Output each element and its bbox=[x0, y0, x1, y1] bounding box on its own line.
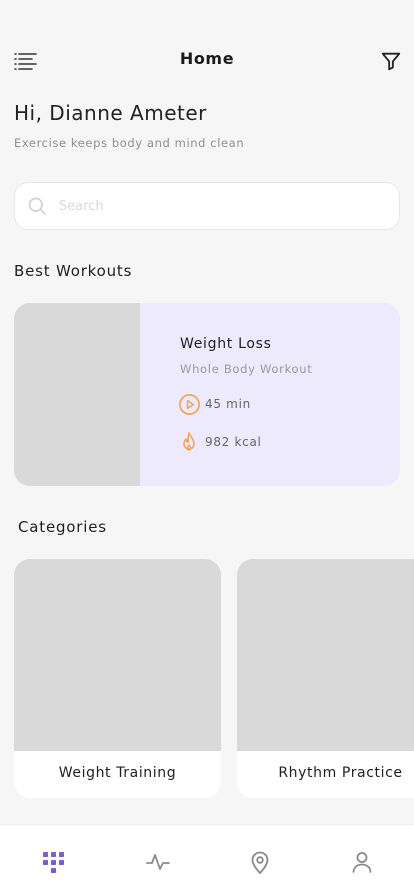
filter-funnel-icon bbox=[381, 52, 401, 71]
category-label: Weight Training bbox=[58, 765, 177, 781]
play-circle-icon bbox=[179, 394, 200, 415]
calories-text: 982 kcal bbox=[205, 435, 262, 449]
greeting-title: Hi, Dianne Ameter bbox=[14, 101, 207, 125]
profile-icon bbox=[352, 852, 372, 873]
page-title: Home bbox=[179, 49, 235, 68]
category-image-placeholder bbox=[237, 559, 414, 751]
nav-home[interactable] bbox=[41, 849, 67, 875]
nav-location[interactable] bbox=[247, 849, 273, 875]
grid-icon bbox=[43, 852, 64, 873]
workout-subtitle: Whole Body Workout bbox=[180, 362, 313, 376]
flame-icon bbox=[183, 432, 195, 451]
workout-card[interactable]: Weight Loss Whole Body Workout 45 min 98… bbox=[14, 303, 400, 486]
search-input[interactable] bbox=[59, 192, 379, 220]
category-card-rhythm-practice[interactable]: Rhythm Practice bbox=[237, 559, 414, 798]
nav-profile[interactable] bbox=[349, 849, 375, 875]
best-workouts-heading: Best Workouts bbox=[14, 262, 133, 280]
workout-image-placeholder bbox=[14, 303, 140, 486]
nav-activity[interactable] bbox=[145, 849, 171, 875]
filter-button[interactable] bbox=[380, 50, 402, 72]
search-icon bbox=[28, 197, 46, 215]
category-image-placeholder bbox=[14, 559, 221, 751]
search-bar[interactable] bbox=[14, 182, 400, 230]
category-label: Rhythm Practice bbox=[278, 765, 403, 781]
home-screen: Home Hi, Dianne Ameter Exercise keeps bo… bbox=[0, 0, 414, 896]
duration-text: 45 min bbox=[205, 397, 251, 411]
categories-heading: Categories bbox=[18, 518, 107, 536]
greeting-subtitle: Exercise keeps body and mind clean bbox=[14, 136, 245, 150]
bottom-navigation bbox=[0, 824, 414, 896]
workout-name: Weight Loss bbox=[180, 336, 272, 352]
location-pin-icon bbox=[251, 851, 269, 874]
category-card-weight-training[interactable]: Weight Training bbox=[14, 559, 221, 798]
app-header: Home bbox=[0, 44, 414, 76]
activity-icon bbox=[146, 854, 170, 870]
